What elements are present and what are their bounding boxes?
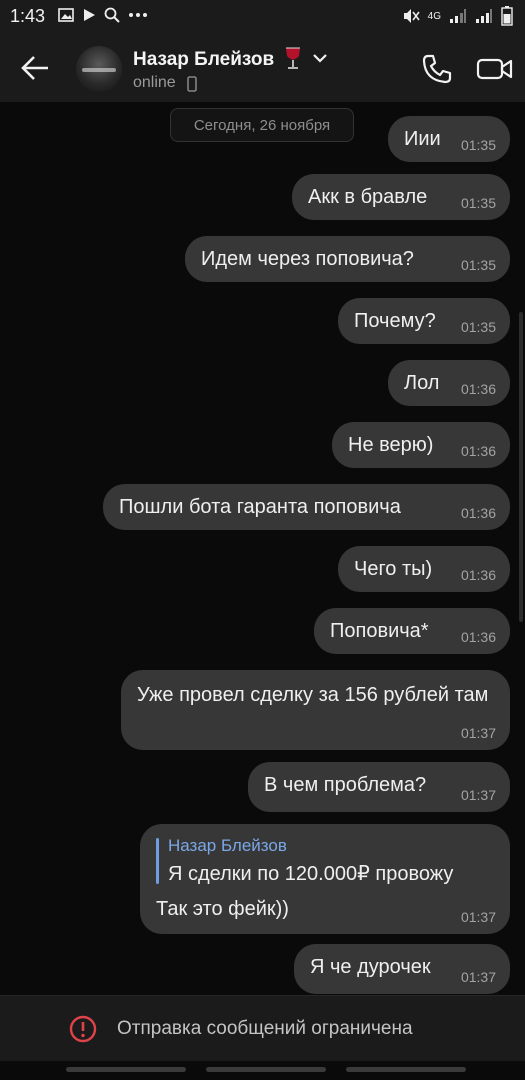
message-text: Идем через поповича? (201, 248, 414, 270)
message-time: 01:37 (460, 969, 496, 985)
message-bubble[interactable]: Почему? 01:35 (338, 298, 510, 344)
battery-icon (501, 6, 513, 26)
warning-icon (69, 1015, 97, 1043)
message-bubble[interactable]: Лол 01:36 (388, 360, 510, 406)
message-bubble[interactable]: Пошли бота гаранта поповича 01:36 (103, 484, 510, 530)
nav-handle[interactable] (206, 1067, 326, 1072)
back-button[interactable] (18, 52, 54, 84)
scrollbar[interactable] (519, 312, 523, 622)
message-time: 01:35 (460, 195, 496, 211)
notification-icons (58, 7, 148, 23)
message-text: Акк в бравле (308, 186, 428, 208)
mute-icon (402, 8, 420, 24)
message-text: Я че дурочек (310, 956, 431, 978)
message-list[interactable]: Сегодня, 26 ноября Иии 01:35 Акк в бравл… (0, 102, 525, 995)
message-text: Уже провел сделку за 156 рублей там (137, 684, 489, 706)
reply-quote-text[interactable]: Я сделки по 120.000₽ провожу (168, 861, 453, 886)
message-text: Так это фейк)) (156, 898, 289, 920)
message-time: 01:36 (460, 629, 496, 645)
wine-glass-icon (283, 47, 303, 71)
chevron-down-icon[interactable] (311, 51, 329, 65)
message-time: 01:35 (460, 319, 496, 335)
system-nav-bar (0, 1061, 525, 1080)
message-text: Поповича* (330, 620, 429, 642)
more-icon (128, 12, 148, 18)
message-text: Иии (404, 128, 441, 150)
message-text: Не верю) (348, 434, 434, 456)
status-time: 1:43 (10, 6, 46, 26)
message-time: 01:37 (460, 725, 496, 741)
message-bubble[interactable]: Уже провел сделку за 156 рублей там 01:3… (121, 670, 510, 750)
call-button[interactable] (420, 52, 454, 86)
contact-name[interactable]: Назар Блейзов (133, 49, 274, 71)
avatar[interactable] (76, 46, 122, 92)
nav-handle[interactable] (66, 1067, 186, 1072)
nav-handle[interactable] (346, 1067, 466, 1072)
message-bubble[interactable]: Чего ты) 01:36 (338, 546, 510, 592)
message-text: Лол (404, 372, 440, 394)
reply-quote-bar (156, 838, 159, 884)
message-time: 01:37 (460, 787, 496, 803)
reply-author[interactable]: Назар Блейзов (168, 836, 287, 856)
arrow-left-icon (21, 56, 48, 80)
message-bubble[interactable]: Иии 01:35 (388, 116, 510, 162)
message-time: 01:35 (460, 137, 496, 153)
date-separator: Сегодня, 26 ноября (170, 108, 354, 142)
message-bubble[interactable]: Поповича* 01:36 (314, 608, 510, 654)
mobile-device-icon (187, 76, 197, 92)
message-bubble[interactable]: Я че дурочек 01:37 (294, 944, 510, 994)
system-icons: 4G (402, 6, 513, 26)
reply-message-bubble[interactable]: Назар Блейзов Я сделки по 120.000₽ прово… (140, 824, 510, 934)
message-text: Пошли бота гаранта поповича (119, 496, 401, 518)
message-text: Почему? (354, 310, 436, 332)
status-bar: 1:43 4G (0, 0, 525, 34)
message-text: В чем проблема? (264, 774, 427, 796)
signal-icon (449, 8, 467, 24)
message-bubble[interactable]: Не верю) 01:36 (332, 422, 510, 468)
signal-icon (475, 8, 493, 24)
message-time: 01:37 (460, 909, 496, 925)
message-time: 01:36 (460, 567, 496, 583)
message-text: Чего ты) (354, 558, 433, 580)
message-bubble[interactable]: В чем проблема? 01:37 (248, 762, 510, 812)
image-icon (58, 8, 74, 22)
message-time: 01:35 (460, 257, 496, 273)
search-icon (104, 7, 120, 23)
message-bubble[interactable]: Акк в бравле 01:35 (292, 174, 510, 220)
message-time: 01:36 (460, 443, 496, 459)
chat-header: Назар Блейзов online (0, 34, 525, 102)
phone-icon (422, 54, 452, 84)
play-icon (82, 8, 96, 22)
video-call-button[interactable] (476, 54, 514, 84)
restriction-banner: Отправка сообщений ограничена (0, 995, 525, 1061)
message-time: 01:36 (460, 381, 496, 397)
message-time: 01:36 (460, 505, 496, 521)
online-status: online (133, 74, 176, 91)
message-bubble[interactable]: Идем через поповича? 01:35 (185, 236, 510, 282)
network-type-label: 4G (427, 10, 441, 22)
restriction-text: Отправка сообщений ограничена (117, 1018, 413, 1039)
video-icon (476, 58, 513, 80)
